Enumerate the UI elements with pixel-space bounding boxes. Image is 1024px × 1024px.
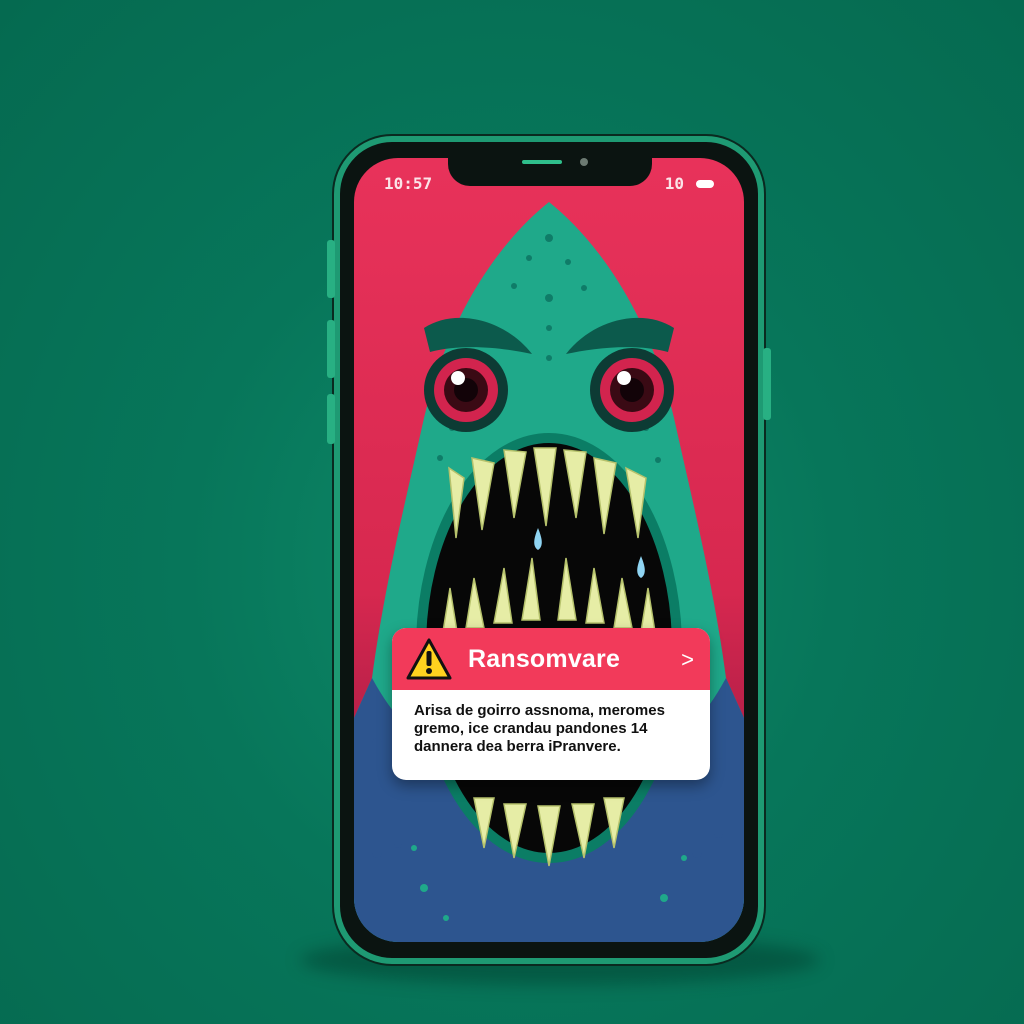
notch: [448, 158, 652, 186]
status-time: 10:57: [384, 174, 433, 193]
smartphone: 10:57 10 Ransomvare > Arisa de goirro as…: [327, 136, 771, 964]
notification-body: Arisa de goirro assnoma, meromes gremo, …: [392, 690, 710, 756]
left-eye-group: [424, 348, 508, 432]
monster-illustration: [354, 202, 744, 942]
ransomware-notification[interactable]: Ransomvare > Arisa de goirro assnoma, me…: [392, 628, 710, 780]
volume-up-button: [327, 240, 335, 298]
notification-line-1: Arisa de goirro assnoma, meromes: [414, 702, 665, 719]
chevron-right-icon[interactable]: >: [681, 647, 694, 673]
notification-title: Ransomvare: [468, 644, 621, 673]
mute-switch: [327, 394, 335, 444]
power-button: [763, 348, 771, 420]
status-right: 10: [665, 174, 714, 193]
phone-screen: 10:57 10 Ransomvare > Arisa de goirro as…: [354, 158, 744, 942]
notification-header[interactable]: Ransomvare >: [392, 628, 710, 690]
notification-line-2: gremo, ice crandau pandones 14: [414, 720, 648, 737]
speaker-grille: [522, 160, 562, 164]
front-camera: [580, 158, 588, 166]
warning-icon: [406, 638, 452, 680]
notification-line-3: dannera dea berra iPranvere.: [414, 738, 621, 755]
volume-down-button: [327, 320, 335, 378]
right-eye-group: [590, 348, 674, 432]
battery-icon: [696, 179, 714, 188]
status-signal-text: 10: [664, 174, 684, 193]
